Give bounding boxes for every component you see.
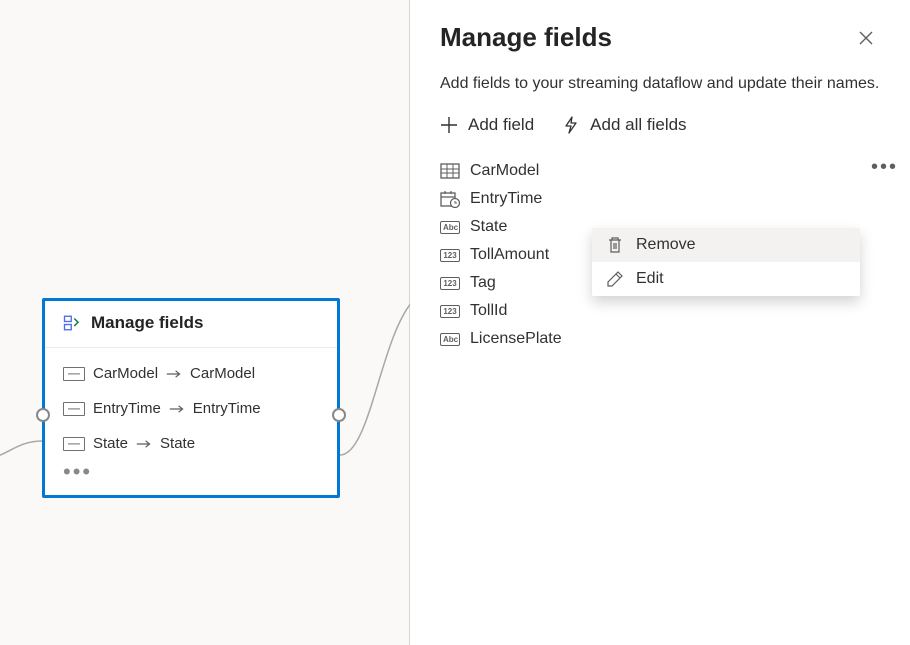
port-in[interactable]: [36, 408, 50, 422]
field-name: LicensePlate: [470, 330, 562, 348]
ctx-remove-button[interactable]: Remove: [592, 228, 860, 262]
mapping-more-button[interactable]: •••: [45, 461, 337, 487]
node-manage-fields[interactable]: Manage fields CarModel CarModel EntryTim…: [42, 298, 340, 498]
ctx-remove-label: Remove: [636, 236, 696, 254]
field-more-button[interactable]: •••: [871, 163, 898, 171]
field-item[interactable]: 123 TollId: [440, 297, 880, 325]
arrow-right-icon: [166, 368, 182, 380]
table-icon: [440, 163, 460, 179]
field-item[interactable]: EntryTime: [440, 185, 880, 213]
field-name: Tag: [470, 274, 496, 292]
plus-icon: [440, 116, 458, 134]
add-all-fields-button[interactable]: Add all fields: [562, 115, 686, 135]
mapping-row[interactable]: State State: [45, 426, 337, 461]
add-all-label: Add all fields: [590, 115, 686, 135]
ctx-edit-label: Edit: [636, 270, 664, 288]
node-title: Manage fields: [91, 313, 203, 333]
mapping-from: EntryTime: [93, 400, 161, 417]
field-name: TollAmount: [470, 246, 549, 264]
mapping-from: CarModel: [93, 365, 158, 382]
field-item[interactable]: CarModel •••: [440, 157, 880, 185]
panel-description: Add fields to your streaming dataflow an…: [440, 73, 880, 95]
canvas: Manage fields CarModel CarModel EntryTim…: [0, 0, 410, 645]
lightning-icon: [562, 116, 580, 134]
arrow-right-icon: [136, 438, 152, 450]
column-icon: [63, 367, 85, 381]
add-field-button[interactable]: Add field: [440, 115, 534, 135]
column-icon: [63, 437, 85, 451]
number-type-icon: 123: [440, 275, 460, 291]
panel-title: Manage fields: [440, 22, 612, 53]
manage-fields-icon: [63, 314, 81, 332]
mapping-to: EntryTime: [193, 400, 261, 417]
field-name: State: [470, 218, 507, 236]
field-name: TollId: [470, 302, 507, 320]
node-body: CarModel CarModel EntryTime EntryTime St…: [45, 348, 337, 495]
wire-in: [0, 435, 48, 465]
ctx-edit-button[interactable]: Edit: [592, 262, 860, 296]
mapping-row[interactable]: EntryTime EntryTime: [45, 391, 337, 426]
field-name: CarModel: [470, 162, 539, 180]
field-item[interactable]: Abc LicensePlate: [440, 325, 880, 353]
manage-fields-panel: Manage fields Add fields to your streami…: [410, 0, 910, 645]
arrow-right-icon: [169, 403, 185, 415]
mapping-from: State: [93, 435, 128, 452]
close-button[interactable]: [852, 24, 880, 55]
wire-out: [340, 300, 420, 460]
mapping-row[interactable]: CarModel CarModel: [45, 356, 337, 391]
field-name: EntryTime: [470, 190, 542, 208]
trash-icon: [606, 236, 624, 254]
text-type-icon: Abc: [440, 219, 460, 235]
column-icon: [63, 402, 85, 416]
add-field-label: Add field: [468, 115, 534, 135]
pencil-icon: [606, 270, 624, 288]
close-icon: [858, 30, 874, 46]
node-header: Manage fields: [45, 301, 337, 348]
mapping-to: CarModel: [190, 365, 255, 382]
number-type-icon: 123: [440, 303, 460, 319]
text-type-icon: Abc: [440, 331, 460, 347]
port-out[interactable]: [332, 408, 346, 422]
mapping-to: State: [160, 435, 195, 452]
number-type-icon: 123: [440, 247, 460, 263]
context-menu: Remove Edit: [592, 228, 860, 296]
datetime-icon: [440, 191, 460, 207]
